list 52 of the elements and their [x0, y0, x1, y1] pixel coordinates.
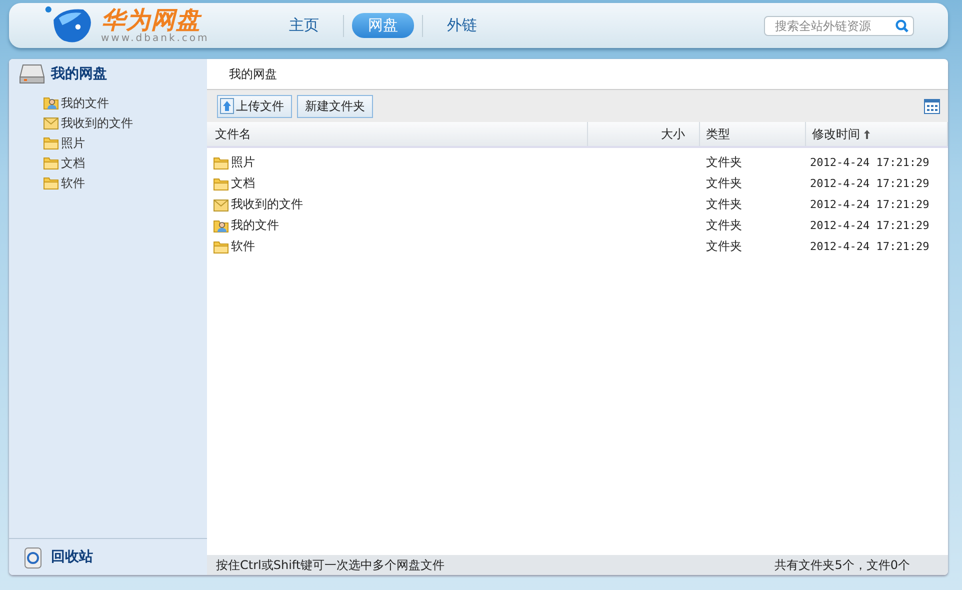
recycle-bin-link[interactable]: 回收站	[51, 548, 93, 566]
status-hint: 按住Ctrl或Shift键可一次选中多个网盘文件	[216, 556, 445, 574]
recycle-bin-icon	[23, 545, 43, 569]
column-header[interactable]: 文件名	[207, 122, 588, 146]
column-header[interactable]: 大小	[588, 122, 700, 146]
folder-icon	[213, 240, 229, 254]
search-field[interactable]: 搜索全站外链资源	[764, 16, 914, 36]
logo-name: 华为网盘	[101, 8, 202, 32]
file-name-cell[interactable]: 我收到的文件	[207, 194, 588, 215]
file-name-cell[interactable]: 照片	[207, 152, 588, 173]
sort-arrow-icon	[864, 130, 870, 138]
sidebar-item[interactable]: 文档	[43, 153, 85, 173]
modified-cell: 2012-4-24 17:21:29	[810, 240, 930, 253]
logo-url: www.dbank.com	[101, 34, 210, 44]
upload-button[interactable]: 上传文件	[217, 94, 292, 118]
hard-drive-icon	[19, 63, 45, 85]
folder-icon	[43, 176, 59, 190]
folder-icon	[213, 176, 229, 190]
column-header[interactable]: 修改时间	[806, 122, 948, 146]
file-name-cell[interactable]: 文档	[207, 173, 588, 194]
modified-cell: 2012-4-24 17:21:29	[810, 177, 930, 190]
user-folder-icon	[43, 96, 59, 110]
folder-icon	[213, 156, 229, 170]
search-icon[interactable]	[895, 18, 909, 32]
modified-cell: 2012-4-24 17:21:29	[810, 198, 930, 211]
new-folder-button[interactable]: 新建文件夹	[297, 94, 373, 118]
sidebar-title: 我的网盘	[51, 65, 107, 83]
folder-icon	[43, 156, 59, 170]
status-summary: 共有文件夹5个，文件0个	[774, 556, 910, 574]
breadcrumb[interactable]: 我的网盘	[229, 66, 277, 82]
upload-arrow-icon	[220, 98, 234, 114]
type-cell: 文件夹	[706, 175, 742, 192]
sidebar-item[interactable]: 软件	[43, 173, 85, 193]
file-name-cell[interactable]: 我的文件	[207, 215, 588, 236]
envelope-icon	[213, 198, 229, 212]
sidebar-item[interactable]: 我的文件	[43, 93, 109, 113]
file-name-cell[interactable]: 软件	[207, 236, 588, 257]
type-cell: 文件夹	[706, 238, 742, 255]
type-cell: 文件夹	[706, 217, 742, 234]
sidebar-item[interactable]: 我收到的文件	[43, 113, 133, 133]
user-folder-icon	[213, 218, 229, 232]
nav-tab[interactable]: 外链	[431, 13, 493, 38]
folder-icon	[43, 136, 59, 150]
type-cell: 文件夹	[706, 196, 742, 213]
column-header[interactable]: 类型	[700, 122, 806, 146]
modified-cell: 2012-4-24 17:21:29	[810, 219, 930, 232]
type-cell: 文件夹	[706, 154, 742, 171]
modified-cell: 2012-4-24 17:21:29	[810, 156, 930, 169]
nav-tab[interactable]: 主页	[273, 13, 335, 38]
envelope-icon	[43, 116, 59, 130]
sidebar-item[interactable]: 照片	[43, 133, 85, 153]
grid-view-icon[interactable]	[924, 98, 940, 114]
